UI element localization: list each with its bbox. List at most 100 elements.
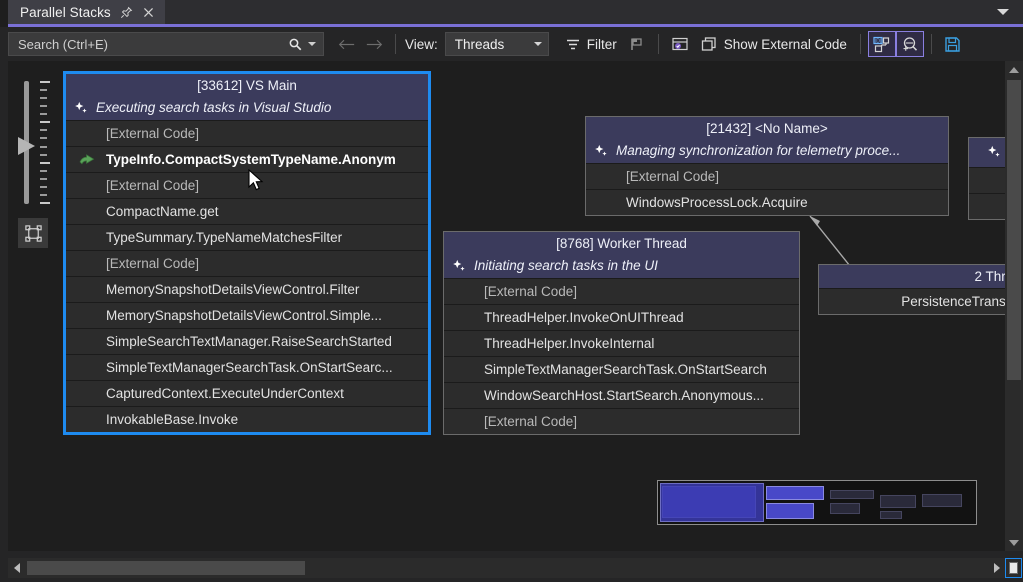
stacks-canvas[interactable]: [33612] VS Main Executing search tasks i…: [60, 61, 1005, 551]
stack-frame-row[interactable]: InvokableBase.Invoke: [66, 406, 428, 432]
thread-panel-vsmain[interactable]: [33612] VS Main Executing search tasks i…: [63, 71, 431, 435]
stack-frame-list: [External Code] TypeInfo.CompactSystemTy…: [66, 120, 428, 432]
flag-icon: [629, 36, 645, 52]
toolbar: Search (Ctrl+E) View: Threa: [0, 27, 1023, 61]
thread-panel-offscreen[interactable]: [968, 137, 1005, 220]
vertical-scrollbar[interactable]: [1005, 61, 1023, 551]
stack-frame-row[interactable]: SimpleSearchTextManager.RaiseSearchStart…: [66, 328, 428, 354]
show-external-code-button[interactable]: Show External Code: [694, 31, 853, 57]
filter-button[interactable]: Filter: [559, 31, 623, 57]
chevron-down-icon[interactable]: [997, 9, 1009, 15]
scroll-up-icon[interactable]: [1005, 61, 1023, 78]
stack-frame-row[interactable]: [External Code]: [66, 120, 428, 146]
search-icon[interactable]: [288, 37, 303, 52]
back-arrow-icon[interactable]: [332, 31, 360, 57]
horizontal-scroll-thumb[interactable]: [27, 561, 305, 575]
search-input[interactable]: Search (Ctrl+E): [8, 32, 324, 56]
stack-frame-row[interactable]: MemorySnapshotDetailsViewControl.Simple.…: [66, 302, 428, 328]
stack-frame-list: [969, 167, 1005, 219]
stack-frame-row[interactable]: ThreadHelper.InvokeInternal: [444, 330, 799, 356]
minimap-toggle-icon: [1009, 562, 1018, 574]
mouse-pointer-icon: [248, 169, 264, 193]
thread-group-header: 2 Threads: [819, 265, 1005, 288]
stack-frame-row[interactable]: [External Code]: [66, 172, 428, 198]
minimap-node: [880, 495, 916, 508]
flag-button[interactable]: [623, 31, 651, 57]
zoom-rail: [8, 61, 60, 551]
stack-frame-list: [External Code] ThreadHelper.InvokeOnUIT…: [444, 278, 799, 434]
stack-frame-row[interactable]: CapturedContext.ExecuteUnderContext: [66, 380, 428, 406]
stack-frame-row[interactable]: TypeSummary.TypeNameMatchesFilter: [66, 224, 428, 250]
tabstrip-empty-area: [165, 0, 1023, 27]
pin-icon[interactable]: [120, 6, 133, 19]
zoom-slider-thumb[interactable]: [18, 137, 35, 155]
toolbar-separator-1: [395, 34, 396, 54]
parallel-stacks-window: Parallel Stacks Search (Ctrl+E): [0, 0, 1023, 582]
fit-to-window-icon: [24, 224, 43, 243]
show-external-code-label: Show External Code: [724, 37, 847, 52]
stack-frame-row[interactable]: SimpleTextManagerSearchTask.OnStartSearc…: [66, 354, 428, 380]
stack-frame-row[interactable]: SimpleTextManagerSearchTask.OnStartSearc…: [444, 356, 799, 382]
filter-icon: [565, 37, 581, 52]
vertical-scroll-thumb[interactable]: [1007, 80, 1021, 380]
tool-window-tabstrip: Parallel Stacks: [0, 0, 1023, 27]
stack-frame-row[interactable]: [External Code]: [586, 163, 948, 189]
ai-summary-text: Executing search tasks in Visual Studio: [96, 100, 331, 115]
search-placeholder: Search (Ctrl+E): [18, 37, 288, 52]
stack-frame-row[interactable]: ThreadHelper.InvokeOnUIThread: [444, 304, 799, 330]
sparkle-icon: [74, 101, 89, 115]
scroll-down-icon[interactable]: [1005, 534, 1023, 551]
stack-frame-row[interactable]: CompactName.get: [66, 198, 428, 224]
view-label: View:: [405, 37, 438, 52]
minimap-toggle-button[interactable]: [1005, 558, 1022, 578]
zoom-to-selection-button[interactable]: [896, 31, 924, 57]
ai-summary-text: Initiating search tasks in the UI: [474, 258, 658, 273]
stack-frame-row[interactable]: PersistenceTransmitte: [819, 288, 1005, 314]
overview-minimap[interactable]: [657, 480, 977, 525]
zoom-selection-icon: [900, 36, 919, 53]
stack-frame-row[interactable]: [External Code]: [66, 250, 428, 276]
tab-parallel-stacks[interactable]: Parallel Stacks: [8, 0, 165, 27]
thread-panel-header: [21432] <No Name>: [586, 117, 948, 140]
thread-panel-header: [33612] VS Main: [66, 74, 428, 97]
stack-frame-row[interactable]: MemorySnapshotDetailsViewControl.Filter: [66, 276, 428, 302]
toggle-stack-layout-button[interactable]: |D|: [868, 31, 896, 57]
stack-frame-row[interactable]: [External Code]: [444, 408, 799, 434]
stack-layout-icon: |D|: [872, 36, 891, 53]
sparkle-icon: [987, 145, 1002, 159]
save-button[interactable]: [939, 31, 967, 57]
current-frame-arrow-icon: [79, 153, 96, 166]
stack-frame-list: PersistenceTransmitte: [819, 288, 1005, 314]
thread-ai-summary: [969, 138, 1005, 167]
stack-frame-row[interactable]: [969, 193, 1005, 219]
stack-frame-row[interactable]: [External Code]: [444, 278, 799, 304]
search-dropdown-chevron-icon[interactable]: [308, 42, 316, 46]
thread-panel-telemetry[interactable]: [21432] <No Name> Managing synchronizati…: [585, 116, 949, 216]
fit-to-window-button[interactable]: [18, 218, 48, 248]
stack-frame-row[interactable]: WindowsProcessLock.Acquire: [586, 189, 948, 215]
horizontal-scrollbar[interactable]: [8, 558, 1005, 578]
thread-ai-summary: Executing search tasks in Visual Studio: [66, 97, 428, 120]
toolbar-separator-3: [860, 34, 861, 54]
stack-frame-list: [External Code] WindowsProcessLock.Acqui…: [586, 163, 948, 215]
thread-panel-worker[interactable]: [8768] Worker Thread Initiating search t…: [443, 231, 800, 435]
chevron-down-icon: [534, 42, 542, 46]
view-mode-value: Threads: [455, 37, 505, 52]
minimap-node: [830, 503, 860, 514]
tabstrip-left-edge: [0, 0, 8, 27]
close-icon[interactable]: [142, 6, 155, 19]
scroll-right-icon[interactable]: [988, 558, 1005, 578]
stack-frame-label: TypeInfo.CompactSystemTypeName.Anonym: [106, 152, 396, 167]
stack-frame-row-current[interactable]: TypeInfo.CompactSystemTypeName.Anonym: [66, 146, 428, 172]
view-mode-select[interactable]: Threads: [445, 32, 549, 56]
external-code-icon: [700, 36, 718, 52]
minimap-viewport-indicator[interactable]: [660, 483, 764, 522]
stack-frame-row[interactable]: [969, 167, 1005, 193]
thread-panel-header: [8768] Worker Thread: [444, 232, 799, 255]
scroll-left-icon[interactable]: [8, 558, 25, 578]
toggle-method-view-button[interactable]: [666, 31, 694, 57]
thread-panel-group-2-threads[interactable]: 2 Threads PersistenceTransmitte: [818, 264, 1005, 315]
save-icon: [944, 36, 961, 53]
stack-frame-row[interactable]: WindowSearchHost.StartSearch.Anonymous..…: [444, 382, 799, 408]
forward-arrow-icon[interactable]: [360, 31, 388, 57]
